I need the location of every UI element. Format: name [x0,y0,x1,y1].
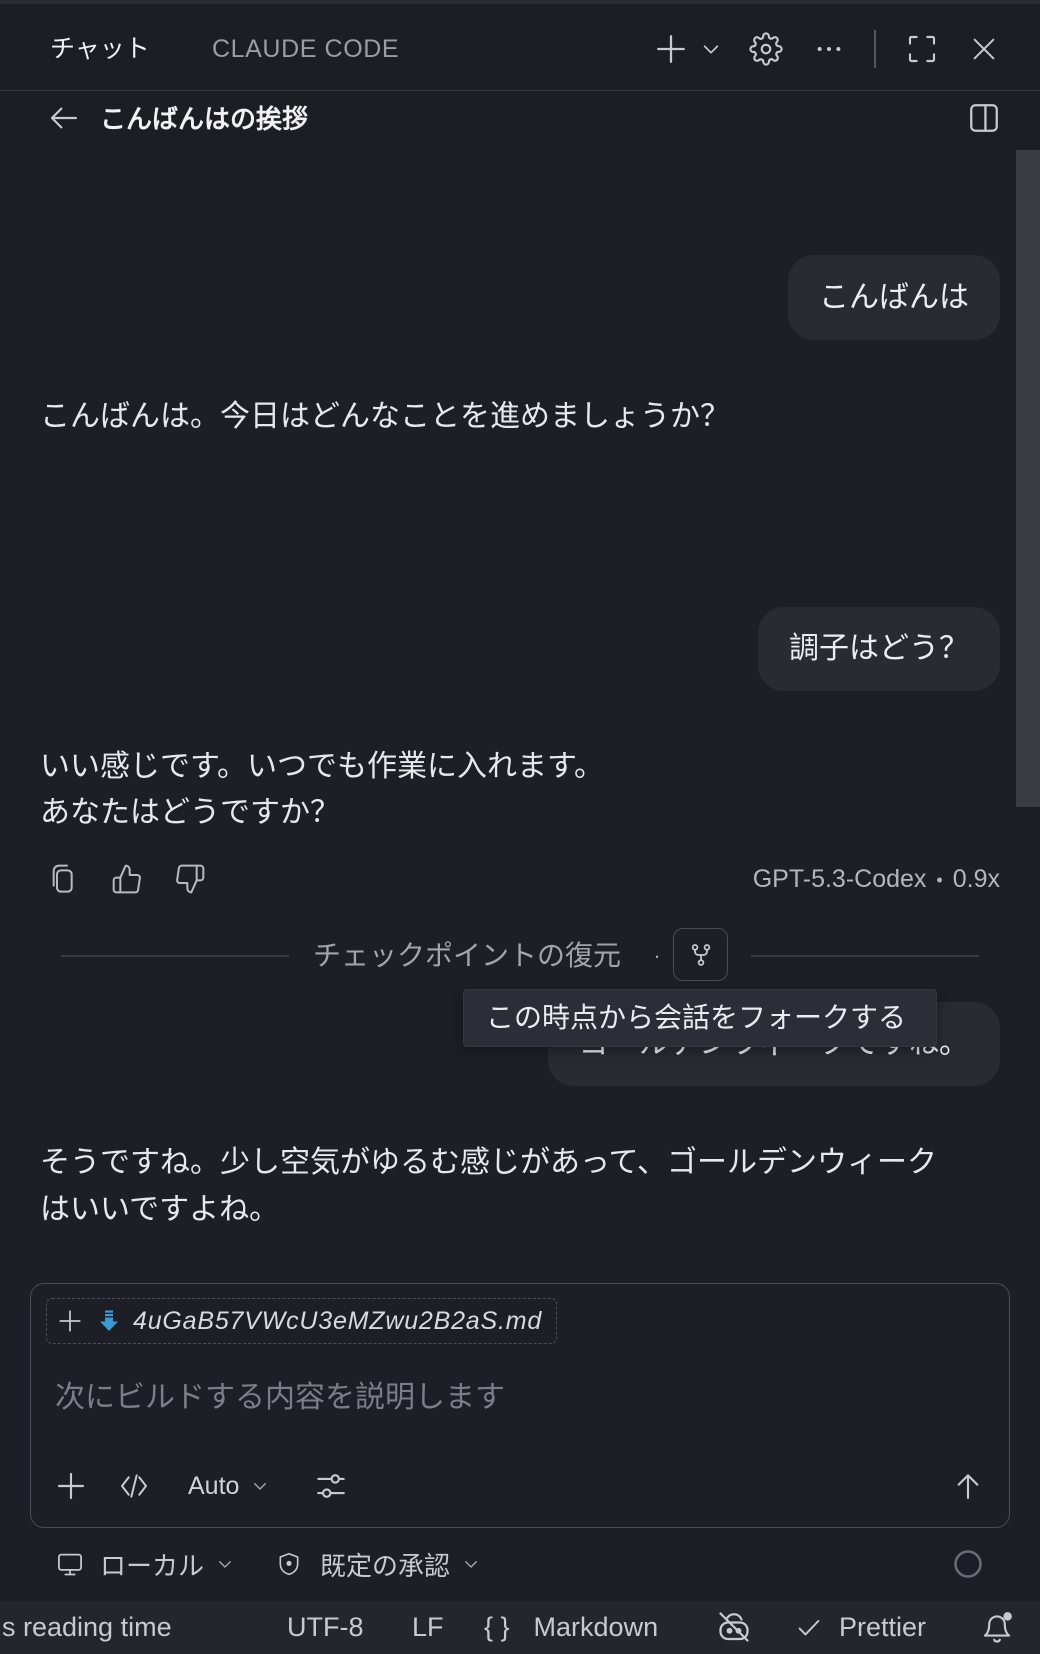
add-context-button[interactable] [55,1470,87,1502]
chevron-down-icon [251,1477,269,1495]
settings-button[interactable] [749,32,783,66]
close-button[interactable] [970,35,998,63]
back-arrow-icon [50,107,78,129]
thumbs-up-button[interactable] [108,860,146,898]
approval-label: 既定の承認 [320,1550,451,1581]
chevron-down-icon [703,45,719,54]
attachment-chip[interactable]: 4uGaB57VWcU3eMZwu2B2aS.md [46,1298,558,1344]
copilot-status-button[interactable] [716,1609,752,1645]
approval-dropdown[interactable]: 既定の承認 [276,1546,480,1582]
bell-icon [983,1612,1012,1643]
maximize-button[interactable] [906,33,938,65]
sliders-icon [317,1474,345,1498]
toggle-panel-button[interactable] [967,101,1001,135]
assistant-message-line: そうですね。少し空気がゆるむ感じがあって、ゴールデンウィーク [40,1146,937,1179]
check-icon [795,1614,823,1642]
conversation-title: こんばんはの挨拶 [100,104,309,134]
status-bar: s reading time UTF-8 LF { } Markdown Pre… [0,1601,1040,1654]
fork-conversation-button[interactable] [673,928,728,981]
status-formatter-label: Prettier [839,1612,927,1642]
prompt-input[interactable] [44,1375,994,1427]
braces-icon: { } [484,1612,510,1642]
fork-icon [691,943,710,966]
back-button[interactable] [48,102,80,134]
mode-label: Auto [188,1471,240,1500]
panel-header: チャット CLAUDE CODE [0,0,1040,91]
model-info: GPT-5.3-Codex • 0.9x [753,864,1000,894]
thumbs-down-icon [176,864,205,894]
status-reading-time[interactable]: s reading time [2,1601,172,1654]
tab-chat[interactable]: チャット [50,34,150,64]
assistant-message: そうですね。少し空気がゆるむ感じがあって、ゴールデンウィーク はいいですよね。 [40,1139,937,1233]
notifications-button[interactable] [980,1610,1014,1644]
scrollbar-thumb[interactable] [1016,150,1040,807]
checkpoint-divider-left [61,955,289,957]
thumbs-up-icon [112,864,141,894]
assistant-message-line: あなたはどうですか？ [40,796,340,829]
assistant-message: こんばんは。今日はどんなことを進めましょうか？ [40,394,730,440]
code-context-button[interactable] [118,1470,150,1502]
model-multiplier: 0.9x [952,865,1000,893]
status-formatter[interactable]: Prettier [795,1601,926,1654]
copy-icon [52,864,73,893]
spinner-icon [953,1549,983,1579]
monitor-icon [56,1550,84,1578]
gear-icon [749,32,783,66]
conversation-header: こんばんはの挨拶 [0,91,1040,150]
checkpoint-divider-right [751,955,979,957]
assistant-message: いい感じです。いつでも作業に入れます。 あなたはどうですか？ [40,744,604,836]
assistant-message-line: こんばんは。今日はどんなことを進めましょうか？ [40,400,730,433]
location-label: ローカル [100,1550,205,1581]
chevron-down-icon [216,1555,234,1573]
plus-icon[interactable] [57,1308,83,1334]
ellipsis-icon [817,47,841,51]
plus-icon [57,1472,85,1500]
assistant-message-line: いい感じです。いつでも作業に入れます。 [40,750,604,783]
status-encoding[interactable]: UTF-8 [287,1601,364,1654]
copy-button[interactable] [44,860,82,898]
shield-icon [276,1551,302,1577]
status-language-label: Markdown [533,1612,659,1642]
thumbs-down-button[interactable] [171,860,209,898]
assistant-message-line: はいいですよね。 [40,1193,280,1226]
download-arrow-icon [97,1309,121,1333]
mode-dropdown[interactable]: Auto [188,1470,269,1502]
status-eol[interactable]: LF [412,1601,444,1654]
tab-claude-code[interactable]: CLAUDE CODE [212,34,399,64]
model-separator: • [936,870,943,891]
user-message: こんばんは [788,255,1000,340]
fork-tooltip: この時点から会話をフォークする [463,989,937,1047]
new-chat-button[interactable] [654,32,688,66]
plus-icon [657,35,685,63]
composer: 4uGaB57VWcU3eMZwu2B2aS.md Auto [30,1283,1010,1528]
model-name: GPT-5.3-Codex [752,865,927,893]
copilot-off-icon [719,1612,749,1642]
more-options-button[interactable] [814,34,844,64]
chevron-down-icon [462,1555,480,1573]
user-message: 調子はどう？ [758,607,1000,691]
code-icon [121,1474,147,1498]
attachment-filename: 4uGaB57VWcU3eMZwu2B2aS.md [133,1306,543,1335]
new-chat-dropdown-button[interactable] [700,38,722,60]
restore-checkpoint-link[interactable]: チェックポイントの復元 [313,940,621,972]
send-button[interactable] [952,1470,984,1502]
arrow-up-icon [957,1474,979,1500]
window-top-edge [0,0,1040,4]
options-button[interactable] [314,1469,348,1503]
toolbar-divider [874,30,876,68]
status-language[interactable]: { } Markdown [484,1601,658,1654]
checkpoint-separator: · [653,943,661,968]
fullscreen-icon [908,35,936,63]
close-icon [973,38,995,60]
panel-toggle-icon [970,104,998,132]
location-dropdown[interactable]: ローカル [56,1546,234,1582]
